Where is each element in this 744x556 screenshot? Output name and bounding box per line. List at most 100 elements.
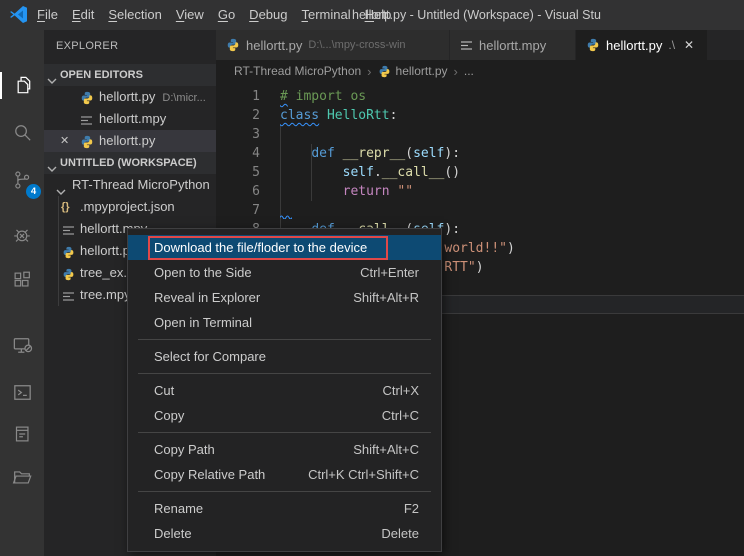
menu-item-reveal-in-explorer[interactable]: Reveal in Explorer Shift+Alt+R	[128, 285, 441, 310]
menu-bar: File Edit Selection View Go Debug Termin…	[30, 0, 398, 30]
menu-item-rename[interactable]: Rename F2	[128, 496, 441, 521]
code-token: def	[311, 146, 334, 161]
activity-device-button[interactable]	[0, 323, 44, 367]
menu-go[interactable]: Go	[211, 0, 242, 30]
code-token	[280, 146, 311, 161]
menu-item-copy-path[interactable]: Copy Path Shift+Alt+C	[128, 437, 441, 462]
open-editor-label: hellortt.pyD:\micr...	[99, 86, 206, 109]
code-line: 6 return ""	[216, 182, 744, 201]
menu-debug[interactable]: Debug	[242, 0, 294, 30]
tab-hellortt-py-external[interactable]: hellortt.py D:\...\mpy-cross-win	[216, 30, 450, 60]
code-token: ""	[397, 184, 413, 199]
menu-item-shortcut: Ctrl+K Ctrl+Shift+C	[308, 467, 419, 482]
breadcrumb-item[interactable]: ...	[464, 64, 474, 78]
activity-folder-button[interactable]	[0, 455, 44, 499]
menu-item-shortcut: Ctrl+C	[382, 408, 419, 423]
breadcrumb-item[interactable]: RT-Thread MicroPython	[234, 64, 361, 78]
activity-explorer-button[interactable]	[0, 63, 44, 107]
tab-description: D:\...\mpy-cross-win	[308, 39, 405, 51]
code-token: self	[413, 146, 444, 161]
code-line: 1 # import os	[216, 87, 744, 106]
line-number: 5	[216, 163, 260, 182]
code-token: self	[343, 165, 374, 180]
tab-bar: hellortt.py D:\...\mpy-cross-win hellort…	[216, 30, 744, 60]
tree-folder-row[interactable]: RT-Thread MicroPython	[44, 174, 216, 196]
tab-hellortt-py-active[interactable]: hellortt.py .\ ✕	[576, 30, 708, 60]
code-token: import os	[288, 89, 366, 104]
code-line: 5 self.__call__()	[216, 163, 744, 182]
activity-notebook-button[interactable]	[0, 412, 44, 456]
code-token	[280, 165, 343, 180]
debug-icon	[11, 224, 33, 246]
mpy-file-icon	[460, 39, 473, 52]
menu-item-shortcut: Delete	[381, 526, 419, 541]
breadcrumb-item[interactable]: hellortt.py	[396, 64, 448, 78]
menu-edit[interactable]: Edit	[65, 0, 101, 30]
json-file-icon: {}	[61, 196, 70, 218]
close-icon[interactable]: ✕	[684, 38, 694, 52]
window-title: hellortt.py - Untitled (Workspace) - Vis…	[352, 0, 744, 30]
code-token: #	[280, 89, 288, 104]
open-editor-row[interactable]: hellortt.pyD:\micr...	[44, 86, 216, 108]
menu-selection[interactable]: Selection	[101, 0, 168, 30]
tab-label: hellortt.py	[246, 38, 302, 53]
activity-search-button[interactable]	[0, 110, 44, 154]
open-editor-row[interactable]: hellortt.mpy	[44, 108, 216, 130]
line-number: 6	[216, 182, 260, 201]
menu-item-shortcut: Ctrl+Enter	[360, 265, 419, 280]
menu-item-label: Delete	[154, 526, 192, 541]
tree-file-row[interactable]: {} .mpyproject.json	[44, 196, 216, 218]
source-control-badge: 4	[26, 184, 41, 199]
tree-file-label: .mpyproject.json	[80, 196, 175, 218]
line-number: 2	[216, 106, 260, 125]
device-monitor-icon	[11, 334, 34, 357]
line-number: 1	[216, 87, 260, 106]
menu-item-label: Open in Terminal	[154, 315, 252, 330]
tree-file-label: tree.mpy	[80, 284, 131, 306]
menu-item-copy-relative-path[interactable]: Copy Relative Path Ctrl+K Ctrl+Shift+C	[128, 462, 441, 487]
folder-icon	[11, 466, 33, 488]
tab-label: hellortt.mpy	[479, 38, 546, 53]
menu-separator	[138, 491, 431, 492]
tree-folder-label: RT-Thread MicroPython	[72, 174, 210, 196]
error-squiggle-icon	[280, 214, 292, 219]
terminal-icon	[11, 381, 34, 404]
section-label: OPEN EDITORS	[60, 64, 143, 86]
line-number: 3	[216, 125, 260, 144]
code-token: :	[390, 108, 398, 123]
open-editor-row-active[interactable]: ✕ hellortt.py	[44, 130, 216, 152]
tab-label: hellortt.py	[606, 38, 662, 53]
activity-extensions-button[interactable]	[0, 258, 44, 302]
menu-item-delete[interactable]: Delete Delete	[128, 521, 441, 546]
open-editor-path: D:\micr...	[162, 92, 205, 104]
close-editor-icon[interactable]: ✕	[60, 130, 69, 152]
tab-hellortt-mpy[interactable]: hellortt.mpy	[450, 30, 576, 60]
menu-view[interactable]: View	[169, 0, 211, 30]
menu-item-shortcut: Ctrl+X	[383, 383, 419, 398]
menu-item-label: Copy Relative Path	[154, 467, 265, 482]
menu-item-open-to-side[interactable]: Open to the Side Ctrl+Enter	[128, 260, 441, 285]
menu-item-open-in-terminal[interactable]: Open in Terminal	[128, 310, 441, 335]
section-workspace[interactable]: UNTITLED (WORKSPACE)	[44, 152, 216, 174]
menu-file[interactable]: File	[30, 0, 65, 30]
line-number: 7	[216, 201, 260, 220]
annotation-highlight-box	[148, 236, 388, 260]
activity-source-control-button[interactable]: 4	[0, 158, 44, 202]
activity-debug-button[interactable]	[0, 213, 44, 257]
code-token	[335, 146, 343, 161]
code-token: __repr__	[343, 146, 406, 161]
chevron-right-icon: ›	[454, 64, 458, 79]
menu-item-copy[interactable]: Copy Ctrl+C	[128, 403, 441, 428]
menu-item-select-for-compare[interactable]: Select for Compare	[128, 344, 441, 369]
activity-terminal-button[interactable]	[0, 370, 44, 414]
code-token: __call__	[382, 165, 445, 180]
code-token: )	[507, 241, 515, 256]
menu-item-cut[interactable]: Cut Ctrl+X	[128, 378, 441, 403]
title-bar: File Edit Selection View Go Debug Termin…	[0, 0, 744, 30]
open-editor-label: hellortt.mpy	[99, 108, 166, 130]
menu-item-label: Open to the Side	[154, 265, 252, 280]
menu-item-label: Copy	[154, 408, 184, 423]
section-open-editors[interactable]: OPEN EDITORS	[44, 64, 216, 86]
menu-terminal[interactable]: Terminal	[294, 0, 357, 30]
open-editor-label: hellortt.py	[99, 130, 155, 152]
